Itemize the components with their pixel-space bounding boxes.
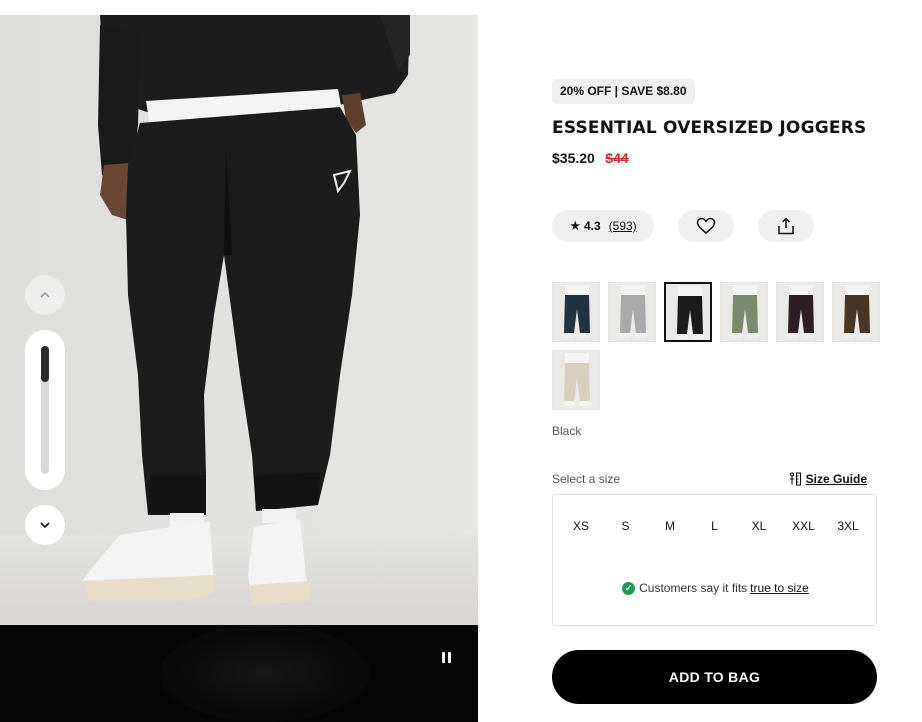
color-swatch[interactable] bbox=[832, 282, 880, 342]
share-button[interactable] bbox=[758, 210, 814, 242]
gallery-next-button[interactable] bbox=[25, 505, 65, 545]
wishlist-button[interactable] bbox=[678, 210, 734, 242]
review-count-link[interactable]: (593) bbox=[609, 219, 637, 233]
swatch-thumbnail bbox=[777, 283, 823, 341]
star-icon: ★ bbox=[569, 218, 581, 233]
original-price: $44 bbox=[605, 150, 629, 166]
product-main-image[interactable] bbox=[0, 15, 478, 625]
video-pause-button[interactable] bbox=[432, 643, 460, 671]
chevron-up-icon bbox=[40, 291, 50, 298]
ruler-figure-icon bbox=[789, 472, 801, 486]
fit-text: Customers say it fits bbox=[639, 581, 748, 595]
size-option-3xl[interactable]: 3XL bbox=[828, 519, 868, 533]
heart-icon bbox=[696, 217, 716, 234]
share-icon bbox=[778, 217, 794, 235]
swatch-thumbnail bbox=[666, 284, 710, 340]
swatch-thumbnail bbox=[609, 283, 655, 341]
color-swatch[interactable] bbox=[776, 282, 824, 342]
gallery-scroll-thumb[interactable] bbox=[41, 346, 49, 382]
color-swatch[interactable] bbox=[720, 282, 768, 342]
selected-color-name: Black bbox=[552, 424, 582, 438]
swatch-thumbnail bbox=[553, 351, 599, 409]
product-title: ESSENTIAL OVERSIZED JOGGERS bbox=[552, 118, 867, 138]
chevron-down-icon bbox=[40, 522, 50, 529]
color-swatch[interactable] bbox=[608, 282, 656, 342]
add-to-bag-button[interactable]: ADD TO BAG bbox=[552, 650, 877, 704]
fit-info: ✓ Customers say it fits true to size bbox=[553, 581, 878, 595]
check-circle-icon: ✓ bbox=[622, 581, 636, 595]
size-option-l[interactable]: L bbox=[695, 519, 735, 533]
size-guide-label: Size Guide bbox=[805, 472, 867, 486]
model-joggers-photo bbox=[0, 15, 478, 625]
color-swatch[interactable] bbox=[552, 282, 600, 342]
swatch-thumbnail bbox=[721, 283, 767, 341]
fit-link[interactable]: true to size bbox=[750, 581, 809, 595]
size-guide-link[interactable]: Size Guide bbox=[788, 472, 867, 486]
swatch-thumbnail bbox=[833, 283, 879, 341]
size-option-m[interactable]: M bbox=[650, 519, 690, 533]
swatch-thumbnail bbox=[553, 283, 599, 341]
product-info: 20% OFF | SAVE $8.80 ESSENTIAL OVERSIZED… bbox=[552, 0, 892, 722]
promo-badge: 20% OFF | SAVE $8.80 bbox=[552, 79, 695, 104]
gallery-scroll-indicator[interactable] bbox=[25, 330, 65, 490]
product-gallery bbox=[0, 0, 478, 722]
price-row: $35.20 $44 bbox=[552, 150, 629, 168]
size-option-xl[interactable]: XL bbox=[739, 519, 779, 533]
size-header: Select a size Size Guide bbox=[552, 472, 877, 486]
size-option-s[interactable]: S bbox=[606, 519, 646, 533]
size-prompt: Select a size bbox=[552, 472, 621, 486]
pause-icon bbox=[441, 651, 445, 663]
size-option-xs[interactable]: XS bbox=[561, 519, 601, 533]
gallery-previous-button[interactable] bbox=[25, 275, 65, 315]
size-option-xxl[interactable]: XXL bbox=[784, 519, 824, 533]
size-selector: XS S M L XL XXL 3XL ✓ Customers say it fits tr… bbox=[552, 494, 877, 626]
rating-button[interactable]: ★ 4.3 (593) bbox=[552, 210, 654, 242]
rating-score: 4.3 bbox=[583, 219, 601, 233]
color-swatch[interactable] bbox=[552, 350, 600, 410]
sale-price: $35.20 bbox=[552, 150, 595, 166]
color-swatch[interactable] bbox=[664, 282, 712, 342]
video-frame bbox=[160, 625, 370, 722]
product-video[interactable] bbox=[0, 625, 478, 722]
